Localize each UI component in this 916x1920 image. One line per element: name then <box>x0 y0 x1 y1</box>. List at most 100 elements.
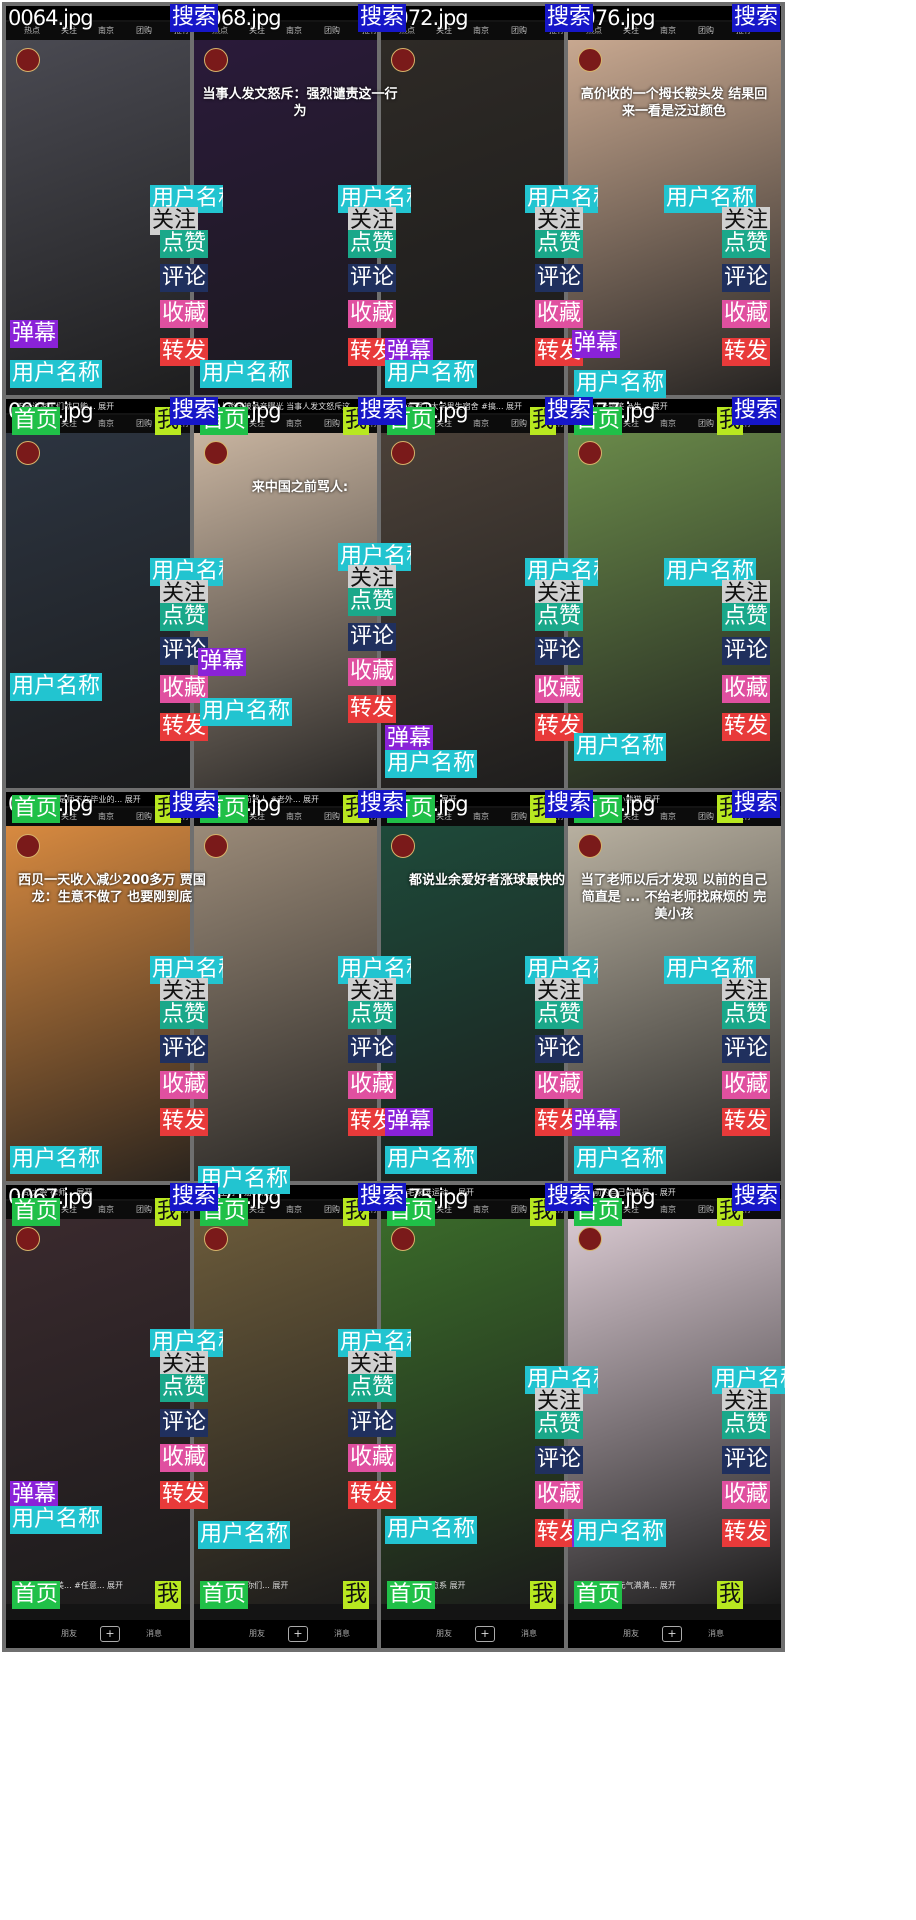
favorite-button[interactable]: 收藏 <box>348 1071 397 1099</box>
share-button[interactable]: 转发 <box>160 1481 209 1509</box>
nav-tab[interactable]: 南京 <box>660 415 676 433</box>
favorite-button[interactable]: 收藏 <box>722 1481 771 1509</box>
nav-tab[interactable]: 南京 <box>473 1201 489 1219</box>
plus-icon[interactable]: + <box>288 1626 308 1642</box>
like-button[interactable]: 点赞 <box>535 1411 584 1439</box>
share-button[interactable]: 转发 <box>722 1108 771 1136</box>
favorite-button[interactable]: 收藏 <box>722 300 771 328</box>
nav-tab[interactable]: 团购 <box>136 415 152 433</box>
plus-icon[interactable]: + <box>100 1626 120 1642</box>
messages-tab[interactable]: 消息 <box>146 1628 162 1639</box>
home-tab[interactable]: 首页 <box>12 407 61 435</box>
friends-tab[interactable]: 朋友 <box>249 1628 265 1639</box>
nav-tab[interactable]: 南京 <box>473 22 489 40</box>
nav-tab[interactable]: 南京 <box>660 22 676 40</box>
username-label[interactable]: 用户名称 <box>10 1506 103 1534</box>
plus-icon[interactable]: + <box>662 1626 682 1642</box>
search-button[interactable]: 搜索 <box>732 397 781 425</box>
share-button[interactable]: 转发 <box>722 338 771 366</box>
nav-tab[interactable]: 团购 <box>511 22 527 40</box>
nav-tab[interactable]: 南京 <box>98 22 114 40</box>
username-label[interactable]: 用户名称 <box>385 360 478 388</box>
username-label[interactable]: 用户名称 <box>574 1519 667 1547</box>
account-avatar[interactable] <box>578 834 602 858</box>
username-label[interactable]: 用户名称 <box>385 1146 478 1174</box>
share-button[interactable]: 转发 <box>722 713 771 741</box>
favorite-button[interactable]: 收藏 <box>535 1071 584 1099</box>
like-button[interactable]: 点赞 <box>722 1001 771 1029</box>
messages-tab[interactable]: 消息 <box>708 1628 724 1639</box>
search-button[interactable]: 搜索 <box>545 1183 594 1211</box>
share-button[interactable]: 转发 <box>722 1519 771 1547</box>
nav-tab[interactable]: 南京 <box>98 808 114 826</box>
account-avatar[interactable] <box>204 834 228 858</box>
search-button[interactable]: 搜索 <box>732 790 781 818</box>
account-avatar[interactable] <box>391 1227 415 1251</box>
favorite-button[interactable]: 收藏 <box>348 1444 397 1472</box>
account-avatar[interactable] <box>16 48 40 72</box>
search-button[interactable]: 搜索 <box>170 4 219 32</box>
comment-button[interactable]: 评论 <box>722 1035 771 1063</box>
nav-tab[interactable]: 团购 <box>324 22 340 40</box>
account-avatar[interactable] <box>204 1227 228 1251</box>
comment-button[interactable]: 评论 <box>160 264 209 292</box>
favorite-button[interactable]: 收藏 <box>348 300 397 328</box>
comment-button[interactable]: 评论 <box>348 623 397 651</box>
nav-tab[interactable]: 团购 <box>698 808 714 826</box>
me-tab[interactable]: 我 <box>530 1581 557 1609</box>
account-avatar[interactable] <box>391 834 415 858</box>
account-avatar[interactable] <box>578 1227 602 1251</box>
nav-tab[interactable]: 南京 <box>286 22 302 40</box>
nav-tab[interactable]: 团购 <box>324 808 340 826</box>
account-avatar[interactable] <box>578 441 602 465</box>
home-tab[interactable]: 首页 <box>574 1581 623 1609</box>
comment-button[interactable]: 评论 <box>535 1446 584 1474</box>
like-button[interactable]: 点赞 <box>722 1411 771 1439</box>
comment-button[interactable]: 评论 <box>535 637 584 665</box>
comment-button[interactable]: 评论 <box>722 264 771 292</box>
like-button[interactable]: 点赞 <box>348 1001 397 1029</box>
nav-tab[interactable]: 团购 <box>511 415 527 433</box>
account-avatar[interactable] <box>16 441 40 465</box>
danmu-button[interactable]: 弹幕 <box>10 1481 59 1509</box>
home-tab[interactable]: 首页 <box>12 1581 61 1609</box>
username-label[interactable]: 用户名称 <box>198 1521 291 1549</box>
search-button[interactable]: 搜索 <box>545 790 594 818</box>
username-label[interactable]: 用户名称 <box>200 360 293 388</box>
nav-tab[interactable]: 南京 <box>473 415 489 433</box>
account-avatar[interactable] <box>204 48 228 72</box>
comment-button[interactable]: 评论 <box>348 1035 397 1063</box>
search-button[interactable]: 搜索 <box>545 397 594 425</box>
like-button[interactable]: 点赞 <box>160 230 209 258</box>
comment-button[interactable]: 评论 <box>348 264 397 292</box>
account-avatar[interactable] <box>204 441 228 465</box>
me-tab[interactable]: 我 <box>155 1581 182 1609</box>
danmu-button[interactable]: 弹幕 <box>10 320 59 348</box>
nav-tab[interactable]: 南京 <box>660 1201 676 1219</box>
nav-tab[interactable]: 团购 <box>511 1201 527 1219</box>
danmu-button[interactable]: 弹幕 <box>572 1108 621 1136</box>
me-tab[interactable]: 我 <box>343 1581 370 1609</box>
share-button[interactable]: 转发 <box>348 1481 397 1509</box>
like-button[interactable]: 点赞 <box>348 588 397 616</box>
favorite-button[interactable]: 收藏 <box>160 1071 209 1099</box>
like-button[interactable]: 点赞 <box>160 1001 209 1029</box>
favorite-button[interactable]: 收藏 <box>348 658 397 686</box>
account-avatar[interactable] <box>391 48 415 72</box>
username-label[interactable]: 用户名称 <box>200 698 293 726</box>
like-button[interactable]: 点赞 <box>348 230 397 258</box>
comment-button[interactable]: 评论 <box>160 1409 209 1437</box>
messages-tab[interactable]: 消息 <box>334 1628 350 1639</box>
username-label[interactable]: 用户名称 <box>10 673 103 701</box>
favorite-button[interactable]: 收藏 <box>535 300 584 328</box>
username-label[interactable]: 用户名称 <box>574 1146 667 1174</box>
nav-tab[interactable]: 团购 <box>324 1201 340 1219</box>
username-label[interactable]: 用户名称 <box>10 1146 103 1174</box>
home-tab[interactable]: 首页 <box>12 795 61 823</box>
favorite-button[interactable]: 收藏 <box>160 300 209 328</box>
comment-button[interactable]: 评论 <box>722 1446 771 1474</box>
comment-button[interactable]: 评论 <box>535 1035 584 1063</box>
nav-tab[interactable]: 团购 <box>698 22 714 40</box>
username-label[interactable]: 用户名称 <box>10 360 103 388</box>
favorite-button[interactable]: 收藏 <box>535 675 584 703</box>
